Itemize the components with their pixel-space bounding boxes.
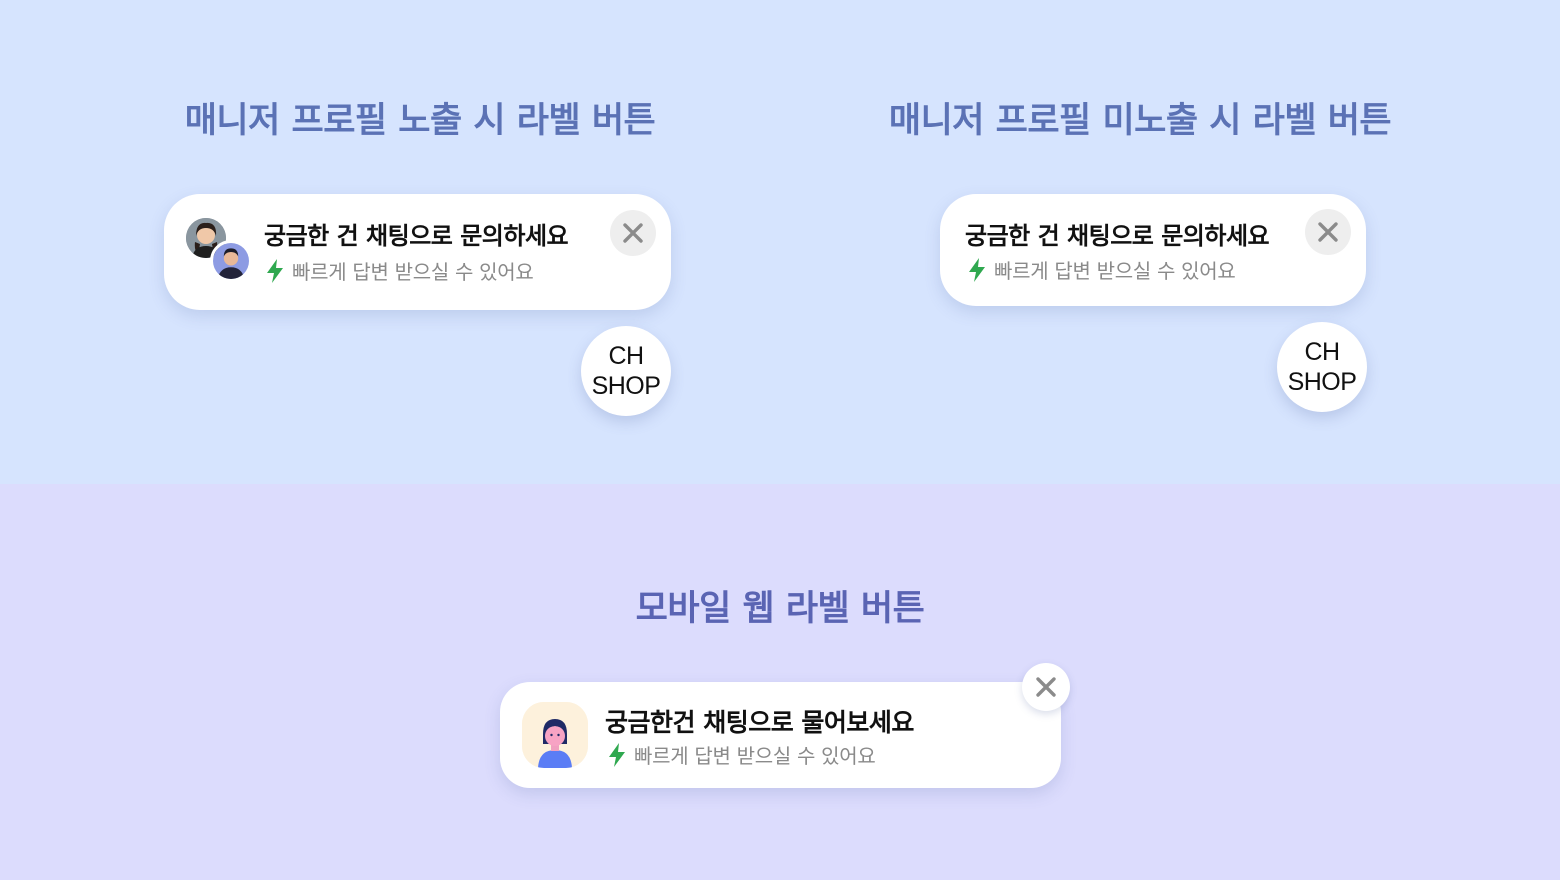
card-title: 궁금한건 채팅으로 물어보세요 xyxy=(605,708,914,737)
close-button[interactable] xyxy=(1305,209,1351,255)
close-icon xyxy=(623,223,643,243)
card-subtitle-row: 빠르게 답변 받으실 수 있어요 xyxy=(608,740,876,769)
close-button[interactable] xyxy=(610,210,656,256)
bot-avatar-icon xyxy=(522,702,588,768)
close-icon xyxy=(1036,677,1056,697)
profile-hidden-label-button[interactable]: 궁금한 건 채팅으로 문의하세요 빠르게 답변 받으실 수 있어요 xyxy=(940,194,1366,306)
close-button[interactable] xyxy=(1022,663,1070,711)
ch-shop-launcher-button[interactable]: CH SHOP xyxy=(581,326,671,416)
card-subtitle-row: 빠르게 답변 받으실 수 있어요 xyxy=(266,256,534,285)
launcher-label-line1: CH xyxy=(1304,338,1340,366)
launcher-label-line2: SHOP xyxy=(1287,368,1357,396)
card-subtitle-row: 빠르게 답변 받으실 수 있어요 xyxy=(968,255,1236,284)
card-title: 궁금한 건 채팅으로 문의하세요 xyxy=(965,222,1270,250)
card-subtitle: 빠르게 답변 받으실 수 있어요 xyxy=(634,744,876,768)
lightning-bolt-icon xyxy=(267,258,283,283)
mobile-web-label-button[interactable]: 궁금한건 채팅으로 물어보세요 빠르게 답변 받으실 수 있어요 xyxy=(500,682,1061,788)
ch-shop-launcher-button[interactable]: CH SHOP xyxy=(1277,322,1367,412)
profile-shown-heading: 매니저 프로필 노출 시 라벨 버튼 xyxy=(184,101,656,141)
manager-avatar-2 xyxy=(210,240,252,282)
lightning-bolt-icon xyxy=(609,742,625,767)
card-title: 궁금한 건 채팅으로 문의하세요 xyxy=(264,222,569,250)
launcher-label-line1: CH xyxy=(608,342,644,370)
card-subtitle: 빠르게 답변 받으실 수 있어요 xyxy=(994,259,1236,283)
launcher-label-line2: SHOP xyxy=(591,372,661,400)
profile-hidden-heading: 매니저 프로필 미노출 시 라벨 버튼 xyxy=(888,101,1392,141)
close-icon xyxy=(1318,222,1338,242)
lightning-bolt-icon xyxy=(969,257,985,282)
card-subtitle: 빠르게 답변 받으실 수 있어요 xyxy=(292,260,534,284)
mobile-web-heading: 모바일 웹 라벨 버튼 xyxy=(635,589,925,629)
profile-shown-label-button[interactable]: 궁금한 건 채팅으로 문의하세요 빠르게 답변 받으실 수 있어요 xyxy=(164,194,671,310)
